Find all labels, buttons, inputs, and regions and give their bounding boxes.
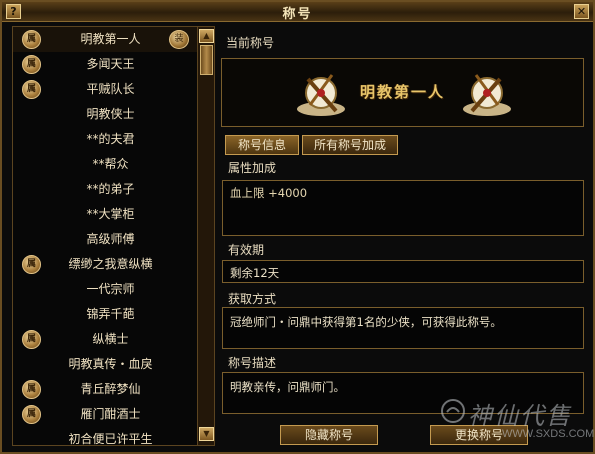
obtain-text: 冠绝师门・问鼎中获得第1名的少侠，可获得此称号。 bbox=[230, 315, 502, 329]
title-list-item-label: 一代宗师 bbox=[86, 282, 135, 296]
title-list-item-label: **大掌柜 bbox=[86, 207, 135, 221]
validity-text: 剩余12天 bbox=[230, 266, 280, 280]
scroll-up-button[interactable]: ▲ bbox=[199, 29, 214, 43]
attribute-badge-icon: 属 bbox=[22, 30, 41, 49]
equipped-badge-icon: 装 bbox=[169, 30, 189, 49]
title-list-item[interactable]: **大掌柜 bbox=[13, 202, 198, 227]
title-list-item[interactable]: 高级师傅 bbox=[13, 227, 198, 252]
current-title-name: 明教第一人 bbox=[359, 83, 445, 101]
title-list-item[interactable]: 明教真传・血戾 bbox=[13, 352, 198, 377]
change-title-button[interactable]: 更换称号 bbox=[430, 425, 528, 445]
scroll-thumb[interactable] bbox=[200, 45, 213, 75]
title-list-item[interactable]: 属 雁门酣酒士 bbox=[13, 402, 198, 427]
obtain-box: 冠绝师门・问鼎中获得第1名的少侠，可获得此称号。 bbox=[222, 307, 584, 349]
right-emblem-icon bbox=[463, 74, 511, 116]
title-list-item[interactable]: 属 缥缈之我意纵横 bbox=[13, 252, 198, 277]
title-list-item[interactable]: 锦弄千葩 bbox=[13, 302, 198, 327]
tab-all-title-bonus[interactable]: 所有称号加成 bbox=[302, 135, 398, 155]
title-list-item[interactable]: **的弟子 bbox=[13, 177, 198, 202]
title-list-item-label: 雁门酣酒士 bbox=[80, 407, 141, 421]
title-list-item[interactable]: **的夫君 bbox=[13, 127, 198, 152]
validity-box: 剩余12天 bbox=[222, 260, 584, 283]
list-scrollbar[interactable]: ▲ ▼ bbox=[197, 27, 214, 445]
validity-label: 有效期 bbox=[228, 243, 265, 257]
attribute-badge-icon: 属 bbox=[22, 330, 41, 349]
current-title-banner: 明教第一人 bbox=[221, 58, 584, 127]
description-box: 明教亲传，问鼎师门。 bbox=[222, 372, 584, 414]
title-list-item[interactable]: 一代宗师 bbox=[13, 277, 198, 302]
title-list-item-label: **帮众 bbox=[92, 157, 129, 171]
attribute-badge-icon: 属 bbox=[22, 255, 41, 274]
attributes-label: 属性加成 bbox=[228, 161, 277, 175]
title-list-item[interactable]: **帮众 bbox=[13, 152, 198, 177]
title-list-item[interactable]: 明教侠士 bbox=[13, 102, 198, 127]
title-list-item-label: 明教真传・血戾 bbox=[68, 357, 153, 371]
title-list-item-label: 高级师傅 bbox=[86, 232, 135, 246]
title-list-item[interactable]: 属 纵横士 bbox=[13, 327, 198, 352]
title-window: ? 称号 ✕ 属明教第一人装属多闻天王属平贼队长 明教侠士 **的夫君 **帮众 **的… bbox=[0, 0, 595, 454]
title-list-item-label: 明教侠士 bbox=[86, 107, 135, 121]
window-title: 称号 bbox=[282, 7, 313, 22]
title-list-item-label: **的弟子 bbox=[86, 182, 135, 196]
title-list-panel: 属明教第一人装属多闻天王属平贼队长 明教侠士 **的夫君 **帮众 **的弟子 **大掌柜… bbox=[12, 26, 215, 446]
title-list-item[interactable]: 初合便已许平生 bbox=[13, 427, 198, 446]
attribute-badge-icon: 属 bbox=[22, 405, 41, 424]
scroll-down-button[interactable]: ▼ bbox=[199, 427, 214, 441]
title-list-item[interactable]: 属 青丘醉梦仙 bbox=[13, 377, 198, 402]
attribute-badge-icon: 属 bbox=[22, 55, 41, 74]
obtain-label: 获取方式 bbox=[228, 292, 277, 306]
title-list-item-label: 缥缈之我意纵横 bbox=[68, 257, 153, 271]
hide-title-button[interactable]: 隐藏称号 bbox=[280, 425, 378, 445]
attributes-text: 血上限 +4000 bbox=[230, 186, 308, 200]
attribute-badge-icon: 属 bbox=[22, 380, 41, 399]
attributes-box: 血上限 +4000 bbox=[222, 180, 584, 236]
title-list-item[interactable]: 属 多闻天王 bbox=[13, 52, 198, 77]
description-label: 称号描述 bbox=[228, 356, 277, 370]
title-list-item[interactable]: 属 平贼队长 bbox=[13, 77, 198, 102]
attribute-badge-icon: 属 bbox=[22, 80, 41, 99]
tab-title-info[interactable]: 称号信息 bbox=[225, 135, 299, 155]
current-title-label: 当前称号 bbox=[226, 36, 275, 50]
title-list-item-label: 初合便已许平生 bbox=[68, 432, 153, 446]
close-button[interactable]: ✕ bbox=[574, 4, 589, 19]
title-list-item-label: 青丘醉梦仙 bbox=[80, 382, 141, 396]
title-list-item-label: 锦弄千葩 bbox=[86, 307, 135, 321]
title-list-item-label: 平贼队长 bbox=[86, 82, 135, 96]
title-bar: ? 称号 ✕ bbox=[2, 2, 593, 22]
title-list-item-label: 多闻天王 bbox=[86, 57, 135, 71]
description-text: 明教亲传，问鼎师门。 bbox=[230, 380, 345, 394]
title-list-item-label: **的夫君 bbox=[86, 132, 135, 146]
title-list-item-label: 明教第一人 bbox=[80, 32, 141, 46]
title-list: 属明教第一人装属多闻天王属平贼队长 明教侠士 **的夫君 **帮众 **的弟子 **大掌柜… bbox=[13, 27, 214, 446]
title-list-item[interactable]: 属 明教第一人 装 bbox=[13, 27, 198, 52]
title-list-item-label: 纵横士 bbox=[92, 332, 129, 346]
